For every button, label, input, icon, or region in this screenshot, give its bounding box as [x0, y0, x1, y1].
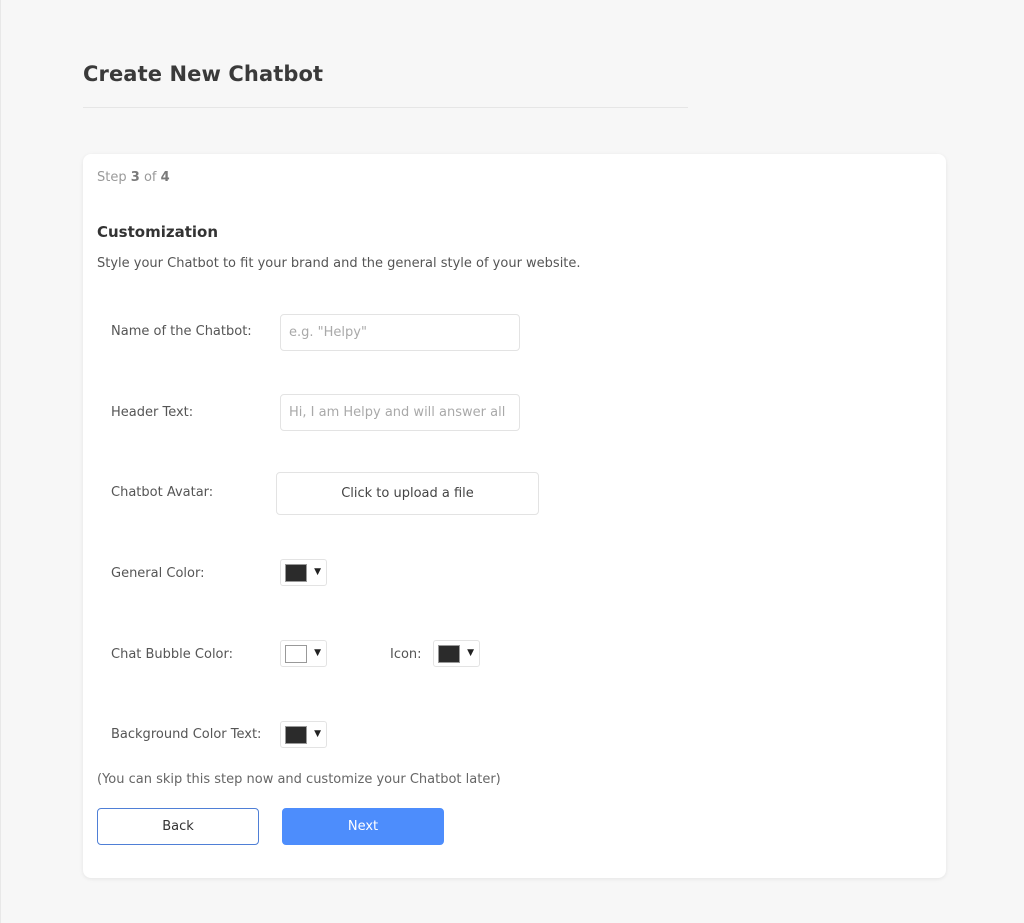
- chat-bubble-color-label: Chat Bubble Color:: [111, 647, 234, 662]
- upload-avatar-button[interactable]: Click to upload a file: [276, 472, 539, 515]
- wizard-card: Step 3 of 4 Customization Style your Cha…: [83, 154, 946, 878]
- chat-bubble-color-swatch: [285, 645, 307, 663]
- skip-note: (You can skip this step now and customiz…: [97, 772, 501, 787]
- general-color-picker[interactable]: ▼: [280, 559, 327, 586]
- header-text-label: Header Text:: [111, 405, 194, 420]
- header-text-input[interactable]: [280, 394, 520, 431]
- step-prefix: Step: [97, 170, 127, 185]
- step-indicator: Step 3 of 4: [97, 170, 170, 185]
- step-separator: of: [143, 170, 157, 185]
- chatbot-name-input[interactable]: [280, 314, 520, 351]
- page-title: Create New Chatbot: [83, 62, 324, 86]
- chevron-down-icon: ▼: [314, 567, 321, 577]
- chatbot-name-label: Name of the Chatbot:: [111, 324, 252, 339]
- icon-color-label: Icon:: [390, 647, 422, 662]
- chatbot-avatar-label: Chatbot Avatar:: [111, 485, 214, 500]
- icon-color-swatch: [438, 645, 460, 663]
- section-title: Customization: [97, 223, 219, 241]
- chat-bubble-color-picker[interactable]: ▼: [280, 640, 327, 667]
- step-current: 3: [130, 170, 140, 185]
- section-description: Style your Chatbot to fit your brand and…: [97, 256, 581, 271]
- background-color-text-swatch: [285, 726, 307, 744]
- background-color-text-picker[interactable]: ▼: [280, 721, 327, 748]
- general-color-swatch: [285, 564, 307, 582]
- icon-color-picker[interactable]: ▼: [433, 640, 480, 667]
- chevron-down-icon: ▼: [314, 648, 321, 658]
- title-divider: [83, 107, 688, 108]
- general-color-label: General Color:: [111, 566, 205, 581]
- next-button[interactable]: Next: [282, 808, 444, 845]
- chevron-down-icon: ▼: [467, 648, 474, 658]
- background-color-text-label: Background Color Text:: [111, 727, 262, 742]
- chevron-down-icon: ▼: [314, 729, 321, 739]
- page: Create New Chatbot Step 3 of 4 Customiza…: [0, 0, 1024, 923]
- step-total: 4: [160, 170, 170, 185]
- back-button[interactable]: Back: [97, 808, 259, 845]
